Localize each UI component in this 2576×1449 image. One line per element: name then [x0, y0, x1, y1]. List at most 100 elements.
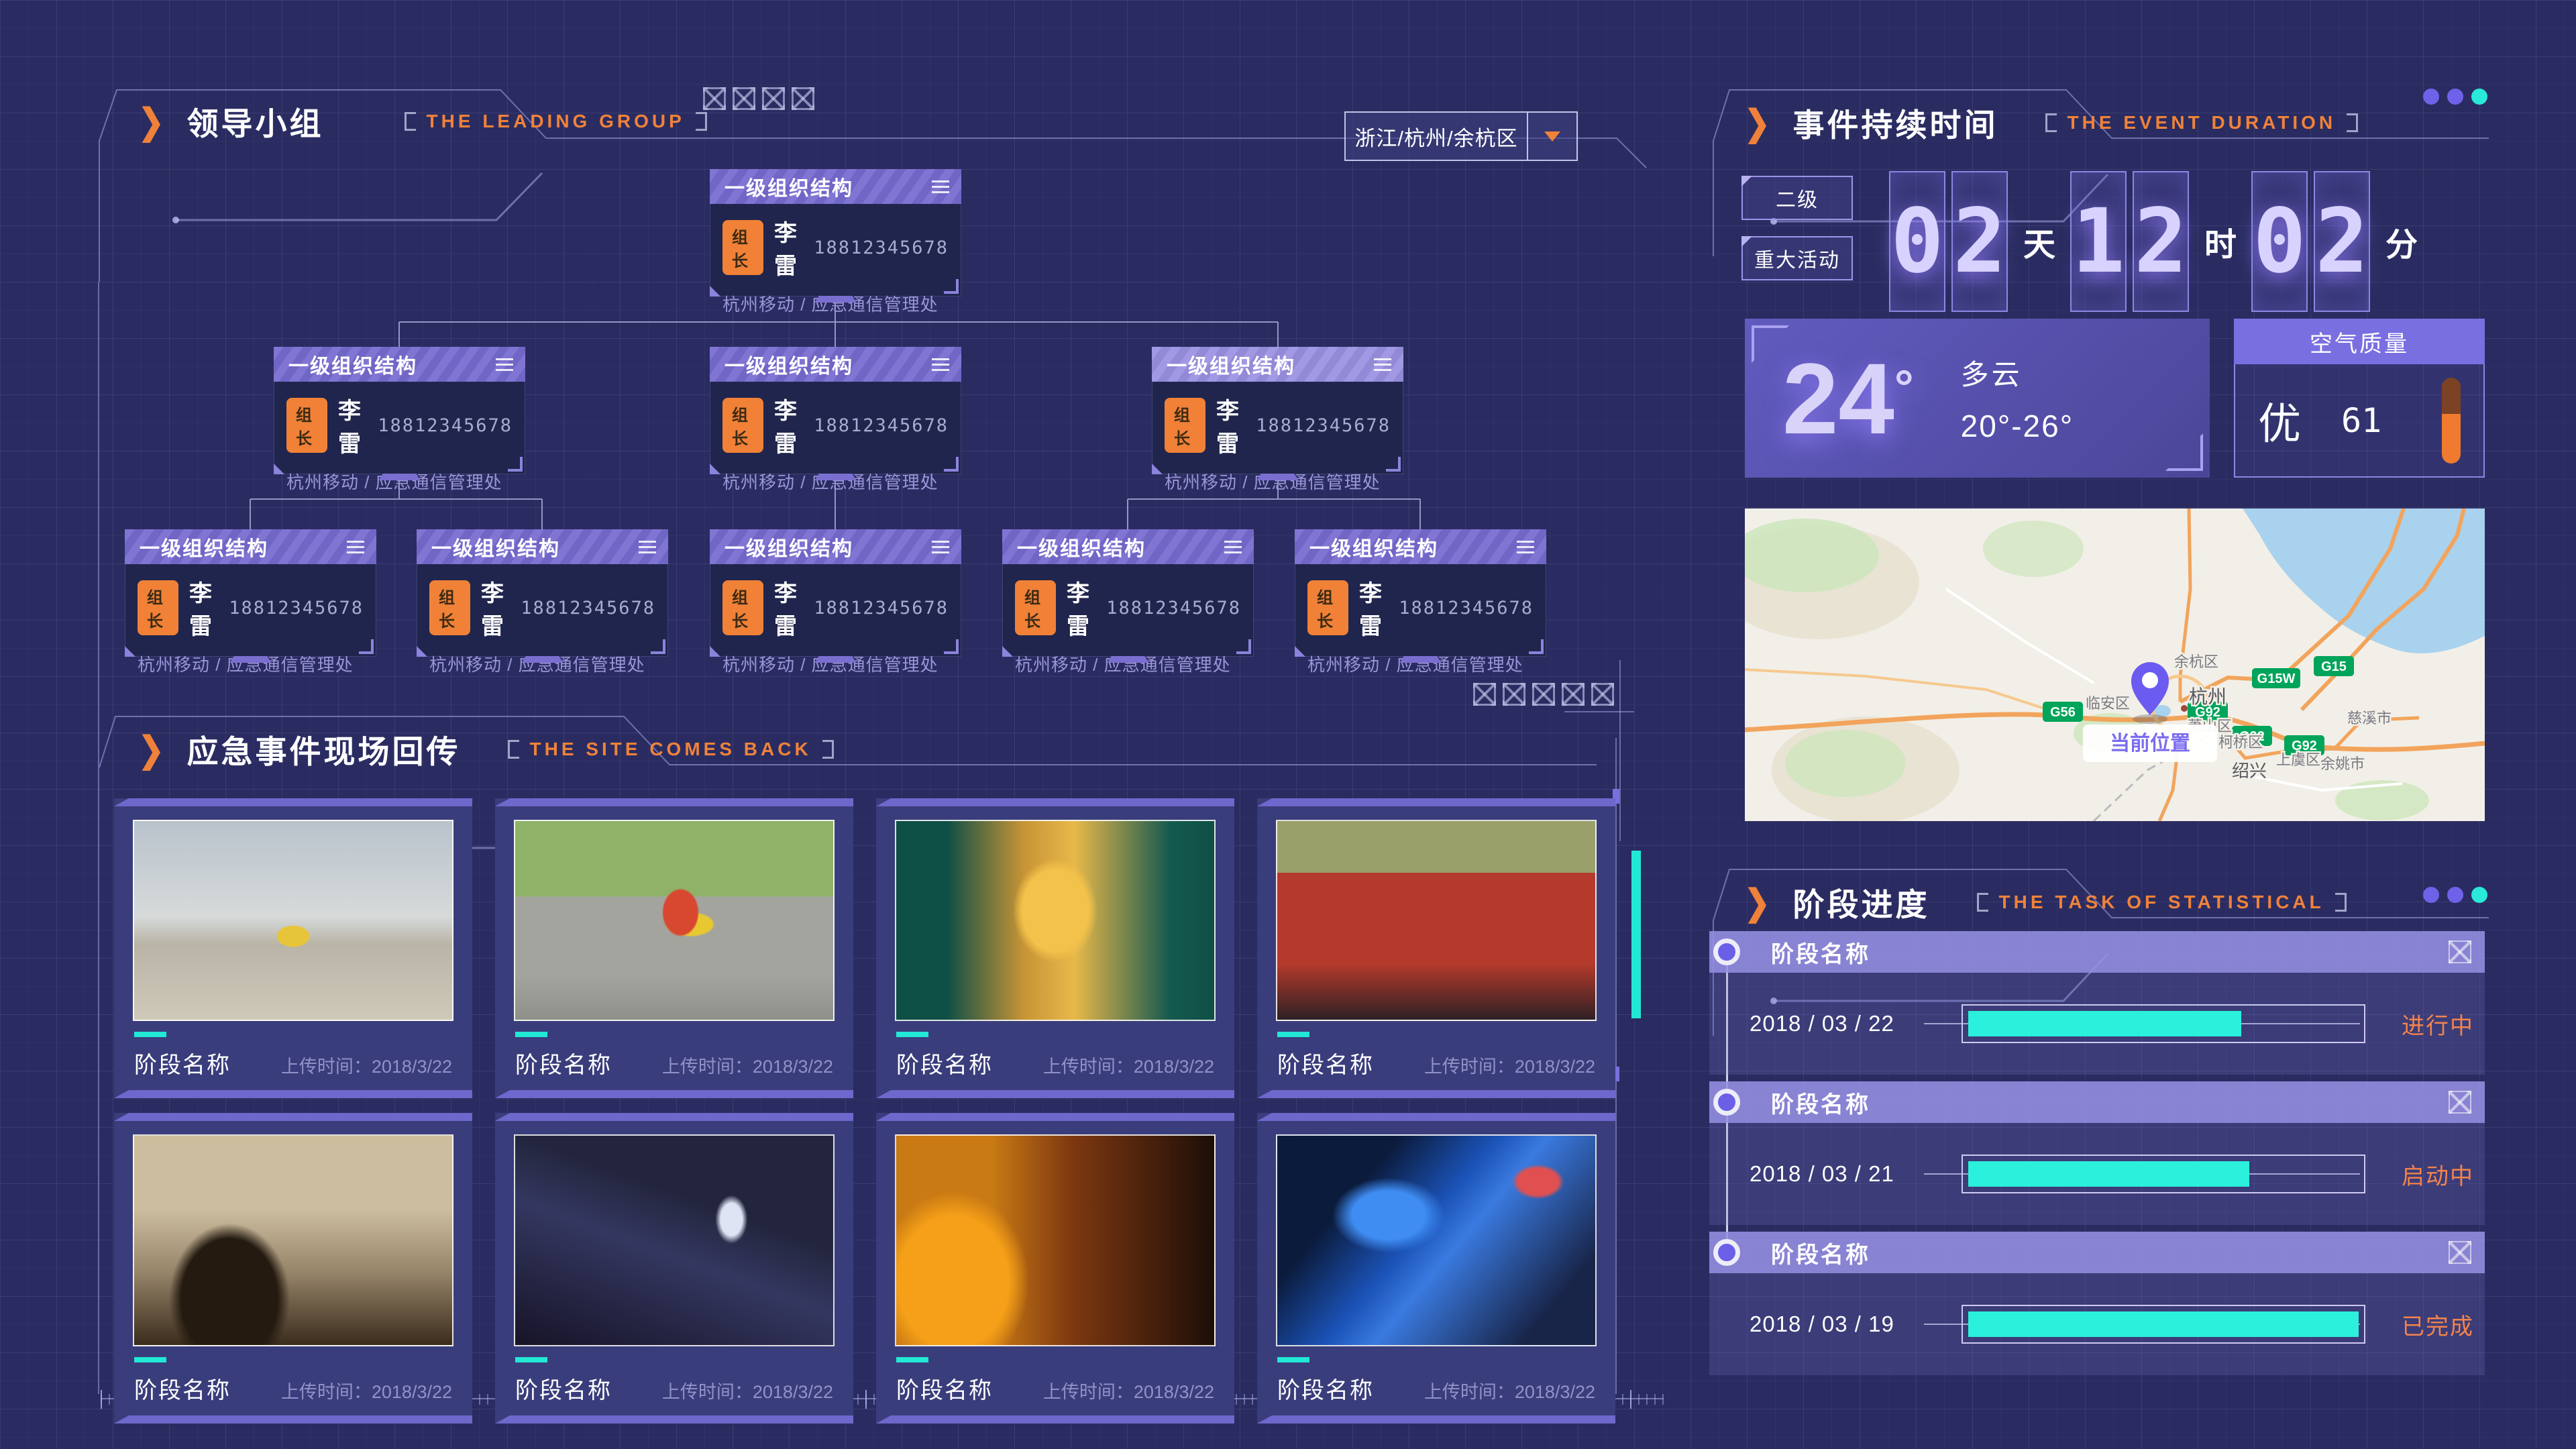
dot-icon — [2471, 887, 2487, 903]
person-name: 李雷 — [774, 575, 803, 641]
person-name: 李雷 — [774, 392, 803, 458]
person-phone: 18812345678 — [1256, 415, 1391, 436]
menu-icon[interactable] — [932, 541, 949, 553]
org-node-title: 一级组织结构 — [724, 532, 853, 561]
panel-dots — [2423, 887, 2487, 903]
dashboard-page: ❯ 领导小组 THE LEADING GROUP 浙江/杭州/余杭区 一级组织结… — [0, 0, 2576, 1449]
cyan-dash — [896, 1032, 928, 1037]
temperature-range: 20°-26° — [1961, 408, 2074, 444]
svg-text:G15W: G15W — [2257, 672, 2296, 686]
org-node-title: 一级组织结构 — [288, 350, 417, 379]
region-select-value: 浙江/杭州/余杭区 — [1346, 113, 1527, 160]
menu-icon[interactable] — [1517, 541, 1534, 553]
site-photo-card[interactable]: 阶段名称 上传时间：2018/3/22 — [114, 1113, 472, 1424]
site-photo-card[interactable]: 阶段名称 上传时间：2018/3/22 — [495, 798, 853, 1098]
site-photo-card[interactable]: 阶段名称 上传时间：2018/3/22 — [1257, 798, 1615, 1098]
dot-icon — [2423, 89, 2439, 105]
placeholder-icon-row — [703, 87, 814, 110]
org-node[interactable]: 一级组织结构 组长 李雷 18812345678 杭州移动 / 应急通信管理处 — [274, 347, 525, 474]
role-badge: 组长 — [722, 220, 763, 275]
image-placeholder-icon — [1503, 683, 1525, 706]
progress-item: 阶段名称 2018 / 03 / 19 已完成 — [1709, 1232, 2485, 1375]
section-title: 领导小组 — [187, 98, 324, 144]
menu-icon[interactable] — [932, 358, 949, 371]
card-upload-time: 上传时间：2018/3/22 — [1424, 1052, 1595, 1078]
dropdown-arrow-icon[interactable] — [1527, 113, 1576, 160]
bracket-left-icon — [1977, 893, 1988, 912]
card-upload-time: 上传时间：2018/3/22 — [1043, 1052, 1214, 1078]
corner-accent — [1386, 457, 1401, 472]
person-name: 李雷 — [1359, 575, 1388, 641]
org-node-title: 一级组织结构 — [431, 532, 560, 561]
org-node[interactable]: 一级组织结构 组长 李雷 18812345678 杭州移动 / 应急通信管理处 — [1295, 529, 1546, 657]
stage-date: 2018 / 03 / 21 — [1750, 1161, 1924, 1187]
person-dept: 杭州移动 / 应急通信管理处 — [1165, 469, 1391, 494]
section-title: 应急事件现场回传 — [187, 726, 461, 772]
site-photo-card[interactable]: 阶段名称 上传时间：2018/3/22 — [495, 1113, 853, 1424]
menu-icon[interactable] — [496, 358, 513, 371]
image-placeholder-icon — [1562, 683, 1585, 706]
scrollbar-thumb[interactable] — [1631, 851, 1641, 1018]
org-chart: 一级组织结构 组长 李雷 18812345678 杭州移动 / 应急通信管理处 … — [67, 169, 1664, 665]
svg-text:临安区: 临安区 — [2086, 695, 2130, 712]
timeline-dot — [1713, 938, 1740, 965]
photo-stretcher-rescue — [514, 820, 835, 1021]
region-select[interactable]: 浙江/杭州/余杭区 — [1344, 111, 1578, 161]
cyan-dash — [134, 1032, 166, 1037]
close-icon[interactable] — [2449, 1241, 2471, 1264]
image-placeholder-icon — [792, 87, 814, 110]
org-node[interactable]: 一级组织结构 组长 李雷 18812345678 杭州移动 / 应急通信管理处 — [1002, 529, 1254, 657]
card-top-bar — [1257, 1113, 1615, 1121]
corner-accent — [1236, 639, 1251, 654]
tag-label: 重大活动 — [1754, 244, 1840, 273]
chevron-icon: ❯ — [1744, 881, 1770, 922]
person-name: 李雷 — [1067, 575, 1095, 641]
bracket-right-icon — [2347, 113, 2358, 132]
unit-minute: 分 — [2385, 218, 2418, 265]
menu-icon[interactable] — [639, 541, 656, 553]
event-type-tag[interactable]: 重大活动 — [1741, 236, 1853, 280]
corner-accent — [651, 639, 665, 654]
org-node[interactable]: 一级组织结构 组长 李雷 18812345678 杭州移动 / 应急通信管理处 — [710, 529, 961, 657]
menu-icon[interactable] — [1374, 358, 1391, 371]
site-photo-card[interactable]: 阶段名称 上传时间：2018/3/22 — [876, 1113, 1234, 1424]
site-photo-card[interactable]: 阶段名称 上传时间：2018/3/22 — [1257, 1113, 1615, 1424]
corner-accent — [508, 457, 523, 472]
menu-icon[interactable] — [932, 180, 949, 193]
org-node[interactable]: 一级组织结构 组长 李雷 18812345678 杭州移动 / 应急通信管理处 — [125, 529, 376, 657]
weather-condition: 多云 — [1961, 352, 2074, 393]
card-title: 阶段名称 — [515, 1372, 612, 1405]
person-name: 李雷 — [338, 392, 367, 458]
menu-icon[interactable] — [347, 541, 364, 553]
org-node[interactable]: 一级组织结构 组长 李雷 18812345678 杭州移动 / 应急通信管理处 — [1152, 347, 1403, 474]
org-node[interactable]: 一级组织结构 组长 李雷 18812345678 杭州移动 / 应急通信管理处 — [417, 529, 668, 657]
card-upload-time: 上传时间：2018/3/22 — [281, 1052, 452, 1078]
cyan-dash — [515, 1032, 547, 1037]
card-upload-time: 上传时间：2018/3/22 — [662, 1377, 833, 1403]
photo-police-lights — [1276, 1134, 1597, 1346]
card-title: 阶段名称 — [134, 1046, 231, 1079]
site-photo-card[interactable]: 阶段名称 上传时间：2018/3/22 — [876, 798, 1234, 1098]
person-dept: 杭州移动 / 应急通信管理处 — [138, 651, 364, 676]
stage-status: 已完成 — [2361, 1308, 2474, 1341]
svg-text:G15: G15 — [2321, 659, 2347, 674]
location-map[interactable]: G56 G92 G92 G92 G15W G15 临安区 余杭区 杭州 萧山区 … — [1745, 508, 2485, 821]
org-node[interactable]: 一级组织结构 组长 李雷 18812345678 杭州移动 / 应急通信管理处 — [710, 347, 961, 474]
event-level-tag[interactable]: 二级 — [1741, 176, 1853, 220]
progress-fill — [1968, 1311, 2359, 1337]
person-phone: 18812345678 — [814, 237, 949, 258]
org-node[interactable]: 一级组织结构 组长 李雷 18812345678 杭州移动 / 应急通信管理处 — [710, 169, 961, 297]
site-photo-card[interactable]: 阶段名称 上传时间：2018/3/22 — [114, 798, 472, 1098]
timeline-dot — [1713, 1239, 1740, 1266]
close-icon[interactable] — [2449, 941, 2471, 963]
air-quality-title: 空气质量 — [2234, 319, 2485, 364]
stage-date: 2018 / 03 / 19 — [1750, 1311, 1924, 1337]
section-title: 阶段进度 — [1793, 879, 1930, 925]
menu-icon[interactable] — [1224, 541, 1242, 553]
thermometer-icon — [2442, 378, 2461, 464]
org-node-title: 一级组织结构 — [724, 172, 853, 201]
role-badge: 组长 — [138, 580, 178, 635]
section-subtitle: THE LEADING GROUP — [427, 111, 685, 132]
close-icon[interactable] — [2449, 1091, 2471, 1114]
card-top-bar — [876, 1113, 1234, 1121]
